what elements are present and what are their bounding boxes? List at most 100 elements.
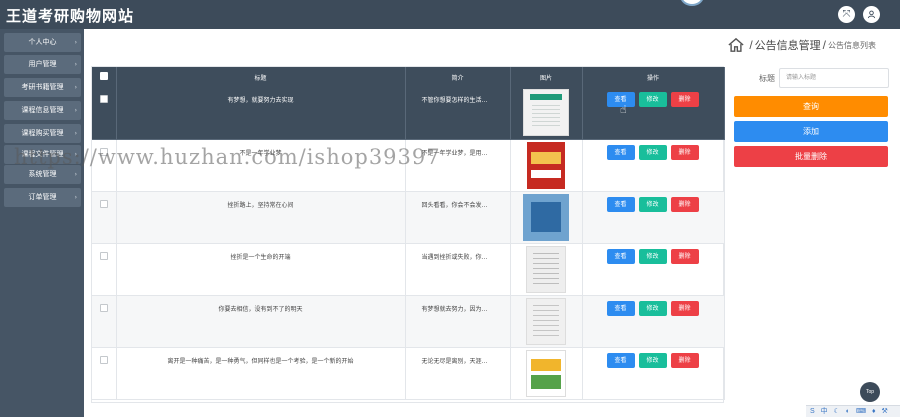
- edit-button[interactable]: 修改: [638, 144, 667, 160]
- user-icon[interactable]: [863, 6, 880, 23]
- breadcrumb: / 公告信息管理 / 公告信息列表: [727, 36, 876, 54]
- table-row: 有梦想，就要努力去实现 不管你想要怎样的生活... 查看 修改 删除: [92, 87, 725, 140]
- hand-cursor-icon: ☝: [620, 104, 627, 116]
- sidebar-item-label: 个人中心: [28, 38, 57, 46]
- row-checkbox[interactable]: [99, 95, 108, 103]
- search-input[interactable]: 请输入标题: [779, 68, 889, 88]
- chevron-right-icon: ›: [74, 107, 77, 114]
- table-row: 挫折是一个生命的开端 当遇到挫折或失败，你... 查看 修改 删除: [92, 243, 725, 296]
- chevron-right-icon: ›: [74, 151, 77, 158]
- column-header-title: 标题: [116, 67, 406, 87]
- sidebar-item-courses[interactable]: 课程信息管理 ›: [4, 101, 81, 120]
- table-row: 不是一年学业梦 不是一年学业梦，是用... 查看 修改 删除: [92, 139, 725, 192]
- row-title: 离开是一种痛苦，是一种勇气，但同样也是一个考验，是一个新的开始: [116, 347, 406, 400]
- column-header-actions: 操作: [582, 67, 725, 87]
- row-intro: 不是一年学业梦，是用...: [405, 139, 511, 192]
- book-cover-image: [523, 89, 569, 136]
- delete-button[interactable]: 删除: [670, 144, 699, 160]
- sidebar-item-label: 课程文件管理: [21, 150, 64, 158]
- row-title: 挫折路上，坚持常在心间: [116, 191, 406, 244]
- sidebar-item-label: 课程信息管理: [21, 106, 64, 114]
- sidebar-item-label: 系统管理: [28, 170, 57, 178]
- chevron-right-icon: ›: [74, 130, 77, 137]
- delete-button[interactable]: 删除: [670, 92, 699, 107]
- sidebar-item-orders[interactable]: 订单管理 ›: [4, 188, 81, 207]
- search-label: 标题: [759, 74, 775, 83]
- column-header-image: 图片: [510, 67, 583, 87]
- chevron-right-icon: ›: [74, 194, 77, 201]
- chevron-right-icon: ›: [74, 61, 77, 68]
- row-checkbox[interactable]: [99, 355, 108, 364]
- batch-delete-button[interactable]: 批量删除: [734, 146, 888, 167]
- top-header: 王道考研购物网站 ⤧: [0, 0, 900, 29]
- row-checkbox[interactable]: [99, 303, 108, 312]
- notice-table: 标题 简介 图片 操作 有梦想，就要努力去实现 不管你想要怎样的生活... 查看…: [91, 66, 725, 403]
- row-checkbox[interactable]: [99, 251, 108, 260]
- select-all-header[interactable]: [92, 67, 117, 87]
- sidebar-item-label: 用户管理: [28, 60, 57, 68]
- sidebar-item-label: 课程购买管理: [21, 129, 64, 137]
- sidebar-item-system[interactable]: 系统管理 ›: [4, 165, 81, 184]
- delete-button[interactable]: 删除: [670, 300, 699, 316]
- column-header-intro: 简介: [405, 67, 511, 87]
- view-button[interactable]: 查看: [606, 144, 635, 160]
- table-row: 挫折路上，坚持常在心间 回头看看，你会不会发... 查看 修改 删除: [92, 191, 725, 244]
- breadcrumb-main[interactable]: 公告信息管理: [755, 37, 821, 53]
- sidebar-item-label: 考研书籍管理: [21, 83, 64, 91]
- row-intro: 有梦想就去努力，因为...: [405, 295, 511, 348]
- sidebar-item-personal-center[interactable]: 个人中心 ›: [4, 33, 81, 52]
- home-icon[interactable]: [727, 37, 745, 53]
- view-button[interactable]: 查看: [606, 196, 635, 212]
- row-checkbox[interactable]: [99, 199, 108, 208]
- expand-icon[interactable]: ⤧: [838, 6, 855, 23]
- edit-button[interactable]: 修改: [638, 248, 667, 264]
- row-title: 有梦想，就要努力去实现: [116, 87, 406, 140]
- row-intro: 不管你想要怎样的生活...: [405, 87, 511, 140]
- edit-button[interactable]: 修改: [638, 92, 667, 107]
- book-cover-image: [526, 245, 566, 293]
- sidebar-item-users[interactable]: 用户管理 ›: [4, 55, 81, 74]
- edit-button[interactable]: 修改: [638, 196, 667, 212]
- chevron-right-icon: ›: [74, 171, 77, 178]
- breadcrumb-separator: /: [749, 38, 753, 52]
- sidebar: 个人中心 › 用户管理 › 考研书籍管理 › 课程信息管理 › 课程购买管理 › 课程文件…: [0, 29, 84, 417]
- table-row: 离开是一种痛苦，是一种勇气，但同样也是一个考验，是一个新的开始 无论无尽是离别，…: [92, 347, 725, 400]
- sidebar-item-course-files[interactable]: 课程文件管理 ›: [4, 145, 81, 164]
- breadcrumb-current: 公告信息列表: [828, 40, 876, 50]
- avatar[interactable]: [680, 0, 704, 6]
- row-checkbox[interactable]: [99, 147, 108, 156]
- table-row: 你要去相信，没有到不了的明天 有梦想就去努力，因为... 查看 修改 删除: [92, 295, 725, 348]
- book-cover-image: [523, 193, 569, 241]
- chevron-right-icon: ›: [74, 84, 77, 91]
- delete-button[interactable]: 删除: [670, 248, 699, 264]
- sidebar-item-course-purchase[interactable]: 课程购买管理 ›: [4, 124, 81, 143]
- breadcrumb-separator: /: [822, 38, 826, 52]
- row-intro: 当遇到挫折或失败，你...: [405, 243, 511, 296]
- row-title: 不是一年学业梦: [116, 139, 406, 192]
- sidebar-item-label: 订单管理: [28, 193, 57, 201]
- delete-button[interactable]: 删除: [670, 196, 699, 212]
- main-content: / 公告信息管理 / 公告信息列表 标题 简介 图片 操作 有梦想，就要努力去实…: [84, 29, 900, 417]
- book-cover-image: [527, 141, 565, 189]
- edit-button[interactable]: 修改: [638, 352, 667, 368]
- delete-button[interactable]: 删除: [670, 352, 699, 368]
- chevron-right-icon: ›: [74, 39, 77, 46]
- row-title: 挫折是一个生命的开端: [116, 243, 406, 296]
- app-title: 王道考研购物网站: [6, 7, 135, 25]
- query-button[interactable]: 查询: [734, 96, 888, 117]
- edit-button[interactable]: 修改: [638, 300, 667, 316]
- row-intro: 无论无尽是离别，天涯...: [405, 347, 511, 400]
- view-button[interactable]: 查看: [606, 352, 635, 368]
- add-button[interactable]: 添加: [734, 121, 888, 142]
- view-button[interactable]: 查看: [606, 248, 635, 264]
- book-cover-image: [526, 349, 566, 397]
- select-all-checkbox[interactable]: [99, 72, 108, 80]
- row-title: 你要去相信，没有到不了的明天: [116, 295, 406, 348]
- system-tray: S 中 ☾ ◐ ⌨ ♦ ⚒: [806, 405, 900, 417]
- view-button[interactable]: 查看: [606, 300, 635, 316]
- book-cover-image: [526, 297, 566, 345]
- table-header-row: 标题 简介 图片 操作: [92, 67, 725, 87]
- sidebar-item-books[interactable]: 考研书籍管理 ›: [4, 78, 81, 97]
- row-intro: 回头看看，你会不会发...: [405, 191, 511, 244]
- back-to-top-button[interactable]: Top: [860, 382, 880, 402]
